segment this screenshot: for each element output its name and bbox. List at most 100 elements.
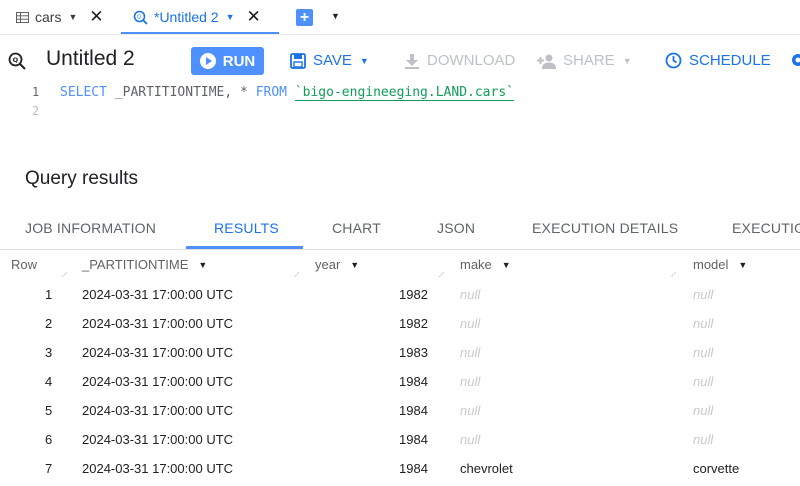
divider [0, 249, 800, 250]
settings-icon[interactable] [790, 52, 800, 68]
year-cell: 1984 [399, 461, 428, 476]
schedule-button[interactable]: SCHEDULE [665, 52, 771, 69]
column-header-label: _PARTITIONTIME [82, 257, 189, 272]
query-icon: Q [8, 52, 26, 70]
year-cell: 1982 [399, 287, 428, 302]
partitiontime-cell: 2024-03-31 17:00:00 UTC [82, 316, 234, 331]
row-number: 6 [45, 432, 53, 447]
row-number: 2 [45, 316, 53, 331]
tab-chart[interactable]: CHART [332, 220, 381, 236]
play-icon [199, 53, 216, 69]
column-header-model[interactable]: model ▼ [693, 257, 747, 272]
tab-untitled-2[interactable]: Q *Untitled 2 ▼ ✕ [133, 0, 261, 34]
editor-tab-strip: cars ▼ ✕ Q *Untitled 2 ▼ ✕ + ▼ [0, 0, 800, 35]
sql-star: * [240, 85, 248, 100]
column-header-label: model [693, 257, 729, 272]
tab-json[interactable]: JSON [437, 220, 475, 236]
make-cell: null [460, 432, 481, 447]
year-cell: 1983 [399, 345, 428, 360]
row-number: 4 [45, 374, 53, 389]
close-icon[interactable]: ✕ [247, 7, 261, 27]
year-cell: 1982 [399, 316, 428, 331]
model-cell: null [693, 374, 714, 389]
line-number: 1 [32, 85, 40, 99]
model-cell: null [693, 345, 714, 360]
save-icon [290, 52, 306, 69]
make-cell: null [460, 403, 481, 418]
column-resize-handle[interactable] [670, 271, 676, 277]
sql-table-reference[interactable]: `bigo-engineeging.LAND.cars` [294, 85, 514, 101]
tab-execution-graph[interactable]: EXECUTIO [732, 220, 800, 236]
download-button[interactable]: DOWNLOAD [404, 52, 515, 69]
make-cell: null [460, 316, 481, 331]
year-cell: 1984 [399, 374, 428, 389]
make-cell: null [460, 345, 481, 360]
close-icon[interactable]: ✕ [89, 7, 103, 27]
make-cell: null [460, 374, 481, 389]
share-icon [537, 54, 556, 69]
save-button[interactable]: SAVE ▼ [290, 52, 369, 69]
chevron-down-icon: ▼ [359, 55, 369, 66]
chevron-down-icon[interactable]: ▼ [226, 12, 235, 22]
clock-icon [665, 52, 682, 69]
sort-caret-icon[interactable]: ▼ [502, 260, 511, 270]
query-results-title: Query results [25, 168, 138, 189]
row-number: 5 [45, 403, 53, 418]
column-header-label: year [315, 257, 341, 272]
svg-text:Q: Q [13, 56, 19, 64]
column-header-label: Row [11, 257, 38, 272]
partitiontime-cell: 2024-03-31 17:00:00 UTC [82, 403, 234, 418]
run-button[interactable]: RUN [191, 47, 264, 75]
download-label: DOWNLOAD [427, 52, 516, 69]
model-cell: null [693, 316, 714, 331]
column-resize-handle[interactable] [61, 271, 67, 277]
chevron-down-icon[interactable]: ▼ [68, 12, 77, 22]
column-header-label: make [460, 257, 492, 272]
sql-column: _PARTITIONTIME, [114, 85, 233, 100]
column-header-row: Row [11, 257, 37, 272]
sql-keyword: SELECT [60, 85, 107, 100]
sort-caret-icon[interactable]: ▼ [738, 260, 747, 270]
tab-results[interactable]: RESULTS [214, 220, 279, 236]
partitiontime-cell: 2024-03-31 17:00:00 UTC [82, 432, 234, 447]
partitiontime-cell: 2024-03-31 17:00:00 UTC [82, 374, 234, 389]
tab-job-information[interactable]: JOB INFORMATION [25, 220, 156, 236]
year-cell: 1984 [399, 403, 428, 418]
column-header-year[interactable]: year ▼ [315, 257, 359, 272]
year-cell: 1984 [399, 432, 428, 447]
model-cell: corvette [693, 461, 740, 476]
column-resize-handle[interactable] [438, 271, 444, 277]
sort-caret-icon[interactable]: ▼ [350, 260, 359, 270]
save-label: SAVE [313, 52, 352, 69]
query-icon: Q [133, 10, 148, 25]
new-query-icon[interactable]: + [296, 9, 313, 26]
partitiontime-cell: 2024-03-31 17:00:00 UTC [82, 345, 234, 360]
page-title: Untitled 2 [46, 47, 135, 70]
model-cell: null [693, 403, 714, 418]
table-icon [16, 11, 29, 23]
column-header-partitiontime[interactable]: _PARTITIONTIME ▼ [82, 257, 207, 272]
tab-execution-details[interactable]: EXECUTION DETAILS [532, 220, 678, 236]
model-cell: null [693, 432, 714, 447]
share-button[interactable]: SHARE ▼ [537, 52, 632, 69]
tab-cars[interactable]: cars ▼ ✕ [16, 0, 104, 34]
share-label: SHARE [563, 52, 615, 69]
make-cell: null [460, 287, 481, 302]
run-label: RUN [222, 52, 256, 70]
svg-text:Q: Q [137, 14, 141, 20]
sql-editor-line[interactable]: SELECT _PARTITIONTIME, * FROM `bigo-engi… [60, 85, 514, 101]
sort-caret-icon[interactable]: ▼ [198, 260, 207, 270]
model-cell: null [693, 287, 714, 302]
partitiontime-cell: 2024-03-31 17:00:00 UTC [82, 461, 234, 476]
make-cell: chevrolet [460, 461, 513, 476]
row-number: 7 [45, 461, 53, 476]
partitiontime-cell: 2024-03-31 17:00:00 UTC [82, 287, 234, 302]
schedule-label: SCHEDULE [689, 52, 771, 69]
column-header-make[interactable]: make ▼ [460, 257, 511, 272]
divider [0, 34, 800, 35]
download-icon [405, 53, 419, 69]
column-resize-handle[interactable] [293, 271, 299, 277]
row-number: 3 [45, 345, 53, 360]
tab-label: *Untitled 2 [154, 9, 219, 25]
chevron-down-icon[interactable]: ▼ [331, 11, 340, 21]
